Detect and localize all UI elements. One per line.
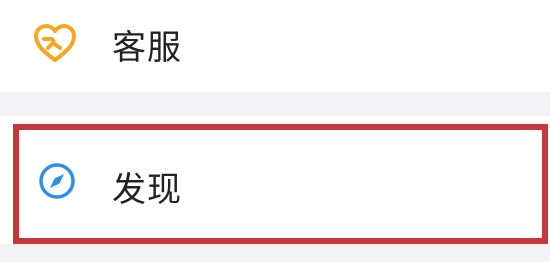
- menu-item-customer-service[interactable]: 客服: [0, 0, 550, 92]
- compass-icon: [32, 156, 82, 206]
- menu-item-label: 客服: [112, 28, 182, 68]
- menu-item-discover[interactable]: 发现: [0, 116, 550, 244]
- section-divider: [0, 92, 550, 116]
- heart-handshake-icon: [30, 18, 80, 68]
- section-divider: [0, 244, 550, 262]
- menu-item-label: 发现: [112, 170, 182, 210]
